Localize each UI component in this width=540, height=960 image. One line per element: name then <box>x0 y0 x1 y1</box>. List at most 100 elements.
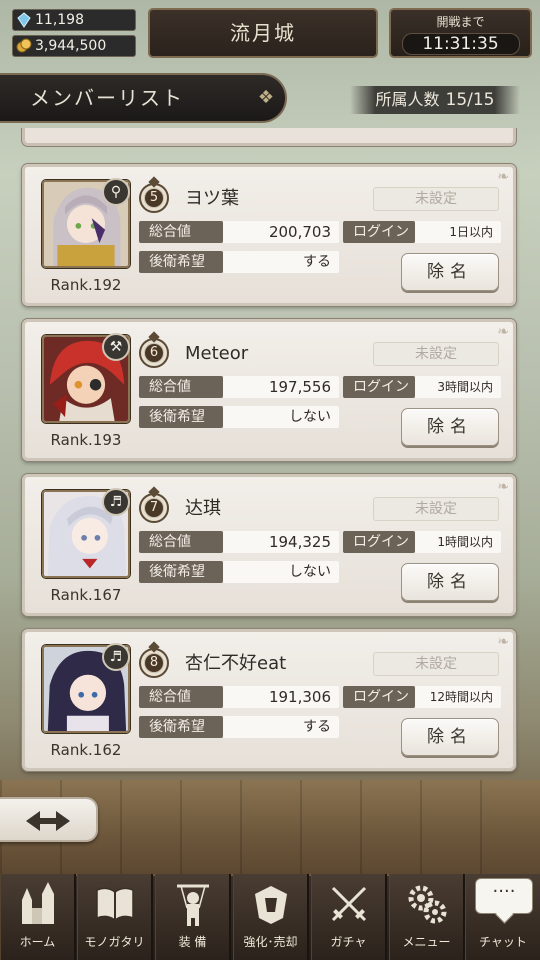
total-stat: 総合値 200,703 <box>139 221 339 243</box>
nav-story[interactable]: モノガタリ <box>77 874 153 960</box>
member-count: 所属人数 15/15 <box>350 86 520 114</box>
remove-member-button[interactable]: 除名 <box>401 563 499 601</box>
order-badge: 7 <box>139 493 169 523</box>
login-label: ログイン <box>343 531 415 553</box>
nav-gacha-label: ガチャ <box>330 935 367 949</box>
total-label: 総合値 <box>139 376 223 398</box>
nav-equip[interactable]: 装 備 <box>155 874 231 960</box>
member-card: ❧ ♬ Rank.167 7 达琪 未設定 総合値 194,325 ログイン 1… <box>22 474 516 616</box>
nav-chat-label: チャット <box>479 935 527 949</box>
order-number: 5 <box>145 189 163 207</box>
remove-member-button[interactable]: 除名 <box>401 408 499 446</box>
corner-ornament-icon: ❧ <box>497 634 509 650</box>
member-rank: Rank.162 <box>50 741 122 759</box>
member-count-value: 15/15 <box>445 90 495 110</box>
rear-guard-value: する <box>223 716 339 738</box>
gem-ornament-icon: ❖ <box>257 87 277 108</box>
login-stat: ログイン 12時間以内 <box>343 686 501 708</box>
rear-guard-label: 後衛希望 <box>139 251 223 273</box>
total-value: 194,325 <box>223 531 339 553</box>
rear-guard-stat: 後衛希望 しない <box>139 406 339 428</box>
harp-icon: ♬ <box>102 488 130 516</box>
crystal-value: 11,198 <box>35 12 84 28</box>
member-list[interactable]: ❧ ⚲ Rank.192 5 ヨツ葉 未設定 総合値 200,703 ログイン … <box>0 128 540 788</box>
gears-icon <box>408 885 446 924</box>
rear-guard-label: 後衛希望 <box>139 716 223 738</box>
rear-guard-value: しない <box>223 406 339 428</box>
swap-arrows-icon <box>26 811 70 831</box>
member-status: 未設定 <box>373 497 499 521</box>
gold-value: 3,944,500 <box>35 38 107 54</box>
enhance-icon <box>254 886 287 924</box>
total-stat: 総合値 194,325 <box>139 531 339 553</box>
order-number: 8 <box>145 654 163 672</box>
member-name: ヨツ葉 <box>185 188 239 209</box>
nav-enhance-label: 強化･売却 <box>243 935 298 949</box>
login-label: ログイン <box>343 376 415 398</box>
member-name: 达琪 <box>185 498 221 519</box>
total-stat: 総合値 197,556 <box>139 376 339 398</box>
member-name: Meteor <box>185 343 249 364</box>
nav-equip-label: 装 備 <box>178 935 207 949</box>
rear-guard-label: 後衛希望 <box>139 561 223 583</box>
total-value: 191,306 <box>223 686 339 708</box>
corner-ornament-icon: ❧ <box>497 169 509 185</box>
harp-icon: ♬ <box>102 643 130 671</box>
book-icon <box>95 887 134 921</box>
order-badge: 5 <box>139 183 169 213</box>
member-name: 杏仁不好eat <box>185 653 287 674</box>
login-label: ログイン <box>343 221 415 243</box>
member-rank: Rank.167 <box>50 586 122 604</box>
nav-menu-label: メニュー <box>402 935 451 949</box>
nav-home[interactable]: ホーム <box>0 874 76 960</box>
member-rank: Rank.192 <box>50 276 122 294</box>
gold-counter: 3,944,500 <box>12 35 136 57</box>
order-number: 7 <box>145 499 163 517</box>
login-value: 1時間以内 <box>415 531 501 553</box>
crossed-swords-icon <box>331 886 366 922</box>
member-list-title: メンバーリスト <box>30 86 184 110</box>
login-value: 3時間以内 <box>415 376 501 398</box>
member-status: 未設定 <box>373 652 499 676</box>
magnifier-icon: ⚲ <box>102 178 130 206</box>
rear-guard-stat: 後衛希望 しない <box>139 561 339 583</box>
login-value: 12時間以内 <box>415 686 501 708</box>
nav-gacha[interactable]: ガチャ <box>311 874 387 960</box>
member-card: ❧ ♬ Rank.162 8 杏仁不好eat 未設定 総合値 191,306 ロ… <box>22 629 516 771</box>
total-value: 200,703 <box>223 221 339 243</box>
hammer-icon: ⚒ <box>102 333 130 361</box>
crystal-icon <box>17 12 31 28</box>
gold-coins-icon <box>16 38 32 53</box>
rear-guard-stat: 後衛希望 する <box>139 716 339 738</box>
crystal-counter: 11,198 <box>12 9 136 31</box>
rear-guard-label: 後衛希望 <box>139 406 223 428</box>
rear-guard-value: する <box>223 251 339 273</box>
top-bar: 11,198 3,944,500 流月城 開戦まで 11:31:35 <box>0 0 540 64</box>
total-value: 197,556 <box>223 376 339 398</box>
rear-guard-stat: 後衛希望 する <box>139 251 339 273</box>
puppet-icon <box>176 884 209 926</box>
login-stat: ログイン 1日以内 <box>343 221 501 243</box>
remove-member-button[interactable]: 除名 <box>401 253 499 291</box>
battle-timer: 開戦まで 11:31:35 <box>389 8 532 58</box>
battle-timer-value: 11:31:35 <box>401 33 520 55</box>
back-button[interactable] <box>0 797 98 842</box>
member-status: 未設定 <box>373 342 499 366</box>
total-label: 総合値 <box>139 686 223 708</box>
nav-chat[interactable]: ···· チャット <box>465 874 540 960</box>
remove-member-button[interactable]: 除名 <box>401 718 499 756</box>
nav-menu[interactable]: メニュー <box>389 874 465 960</box>
member-status: 未設定 <box>373 187 499 211</box>
member-list-header: メンバーリスト ❖ <box>0 73 287 123</box>
total-label: 総合値 <box>139 221 223 243</box>
rear-guard-value: しない <box>223 561 339 583</box>
member-count-label: 所属人数 <box>375 90 440 109</box>
total-stat: 総合値 191,306 <box>139 686 339 708</box>
castle-name[interactable]: 流月城 <box>148 8 378 58</box>
nav-enhance[interactable]: 強化･売却 <box>233 874 309 960</box>
member-card: ❧ ⚲ Rank.192 5 ヨツ葉 未設定 総合値 200,703 ログイン … <box>22 164 516 306</box>
chat-bubble-icon: ···· <box>475 878 533 914</box>
login-label: ログイン <box>343 686 415 708</box>
total-label: 総合値 <box>139 531 223 553</box>
corner-ornament-icon: ❧ <box>497 324 509 340</box>
